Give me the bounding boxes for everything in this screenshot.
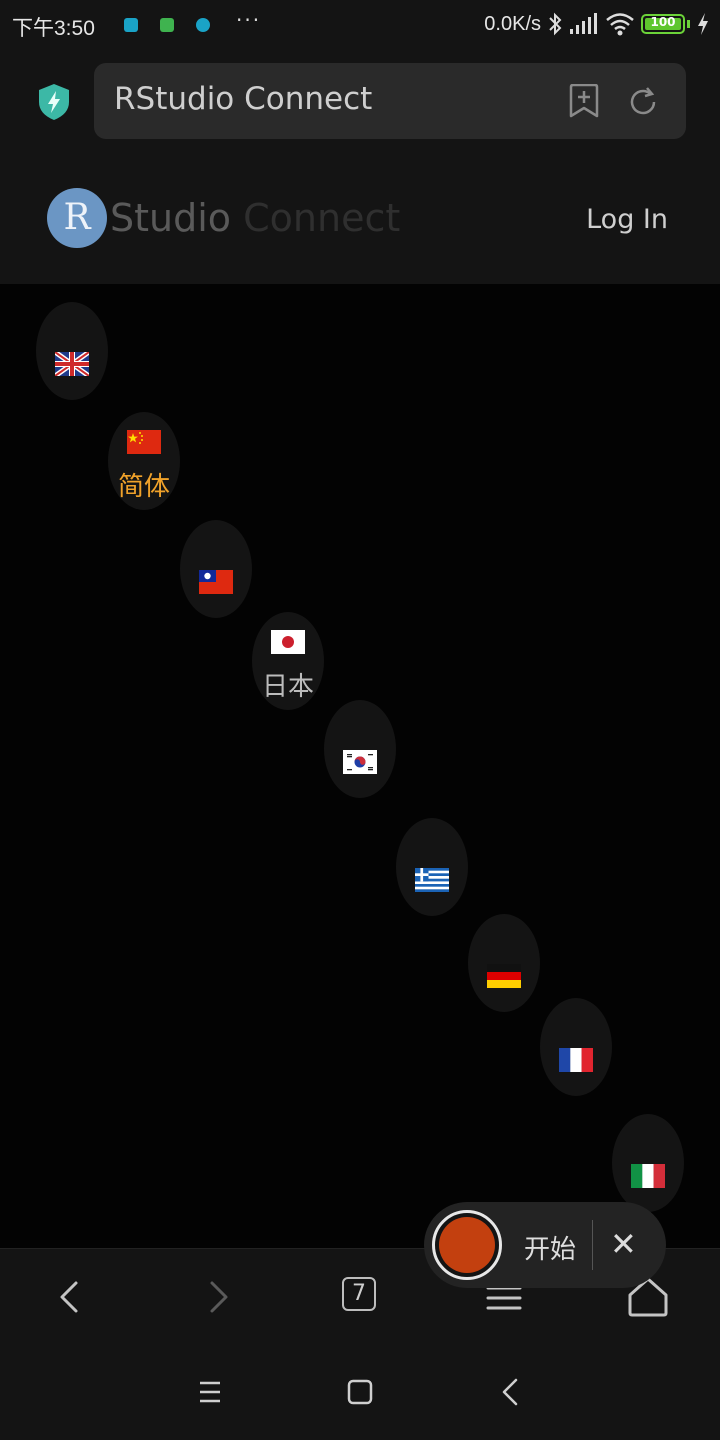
- signal-icon: [570, 13, 597, 34]
- recent-apps-icon[interactable]: [192, 1374, 228, 1410]
- battery-cap: [687, 20, 690, 28]
- logo-wordmark[interactable]: Studio Connect: [110, 196, 400, 240]
- charging-icon: [698, 13, 708, 35]
- close-icon[interactable]: ✕: [610, 1224, 637, 1264]
- france-flag-icon: [559, 1048, 593, 1072]
- home-button-icon[interactable]: [342, 1374, 378, 1410]
- more-notifications-icon: ···: [236, 8, 262, 32]
- refresh-icon[interactable]: [626, 85, 660, 119]
- screen: 下午3:50 ··· 0.0K/s 100 RStudio Connect R …: [0, 0, 720, 1440]
- app-notification-icon: [160, 18, 174, 32]
- status-time: 下午3:50: [12, 17, 95, 40]
- logo-studio-text: Studio: [110, 196, 232, 240]
- message-notification-icon: [124, 18, 138, 32]
- shield-icon[interactable]: [36, 82, 72, 122]
- battery-icon: 100: [641, 14, 685, 34]
- status-bar: 下午3:50 ··· 0.0K/s 100: [0, 0, 720, 56]
- app-notification-icon: [196, 18, 210, 32]
- bluetooth-icon: [549, 12, 562, 36]
- language-option-traditional-chinese[interactable]: [180, 520, 252, 618]
- germany-flag-icon: [487, 964, 521, 988]
- start-recording-label[interactable]: 开始: [524, 1229, 576, 1266]
- language-label: 简体: [117, 472, 170, 502]
- language-option-german[interactable]: [468, 914, 540, 1012]
- language-option-italian[interactable]: [612, 1114, 684, 1212]
- add-bookmark-icon[interactable]: [568, 84, 600, 118]
- status-right: 0.0K/s 100: [484, 12, 710, 36]
- page-title-text: RStudio Connect: [114, 81, 373, 117]
- uk-flag-icon: [55, 352, 89, 376]
- language-option-korean[interactable]: [324, 700, 396, 798]
- logo-connect-text: Connect: [231, 196, 401, 240]
- back-icon[interactable]: [48, 1275, 92, 1319]
- korea-flag-icon: [343, 750, 377, 774]
- notification-icons: [124, 18, 210, 32]
- screen-recorder-widget: 开始 ✕: [424, 1202, 666, 1288]
- page-header: R Studio Connect Log In: [0, 152, 720, 284]
- system-back-icon[interactable]: [494, 1374, 530, 1410]
- language-option-english[interactable]: [36, 302, 108, 400]
- language-option-simplified-chinese[interactable]: 简体: [108, 412, 180, 510]
- italy-flag-icon: [631, 1164, 665, 1188]
- china-flag-icon: [127, 430, 161, 454]
- address-bar[interactable]: RStudio Connect: [94, 63, 686, 139]
- language-label: 日本: [261, 672, 314, 702]
- greece-flag-icon: [415, 868, 449, 892]
- network-speed: 0.0K/s: [484, 12, 541, 35]
- record-dot-icon: [439, 1217, 495, 1273]
- language-option-japanese[interactable]: 日本: [252, 612, 324, 710]
- record-button[interactable]: [432, 1210, 502, 1280]
- rstudio-logo[interactable]: R: [47, 188, 107, 248]
- system-navigation-bar: [0, 1344, 720, 1440]
- login-link[interactable]: Log In: [586, 204, 668, 235]
- logo-letter: R: [63, 197, 91, 238]
- language-option-greek[interactable]: [396, 818, 468, 916]
- wifi-icon: [606, 13, 634, 36]
- divider: [592, 1220, 593, 1270]
- tabs-button[interactable]: 7: [342, 1277, 376, 1311]
- browser-toolbar: RStudio Connect: [0, 56, 720, 152]
- taiwan-flag-icon: [199, 570, 233, 594]
- forward-icon[interactable]: [196, 1275, 240, 1319]
- battery-percent: 100: [650, 15, 676, 29]
- language-picker: 简体 日本: [0, 284, 720, 1248]
- japan-flag-icon: [271, 630, 305, 654]
- language-option-french[interactable]: [540, 998, 612, 1096]
